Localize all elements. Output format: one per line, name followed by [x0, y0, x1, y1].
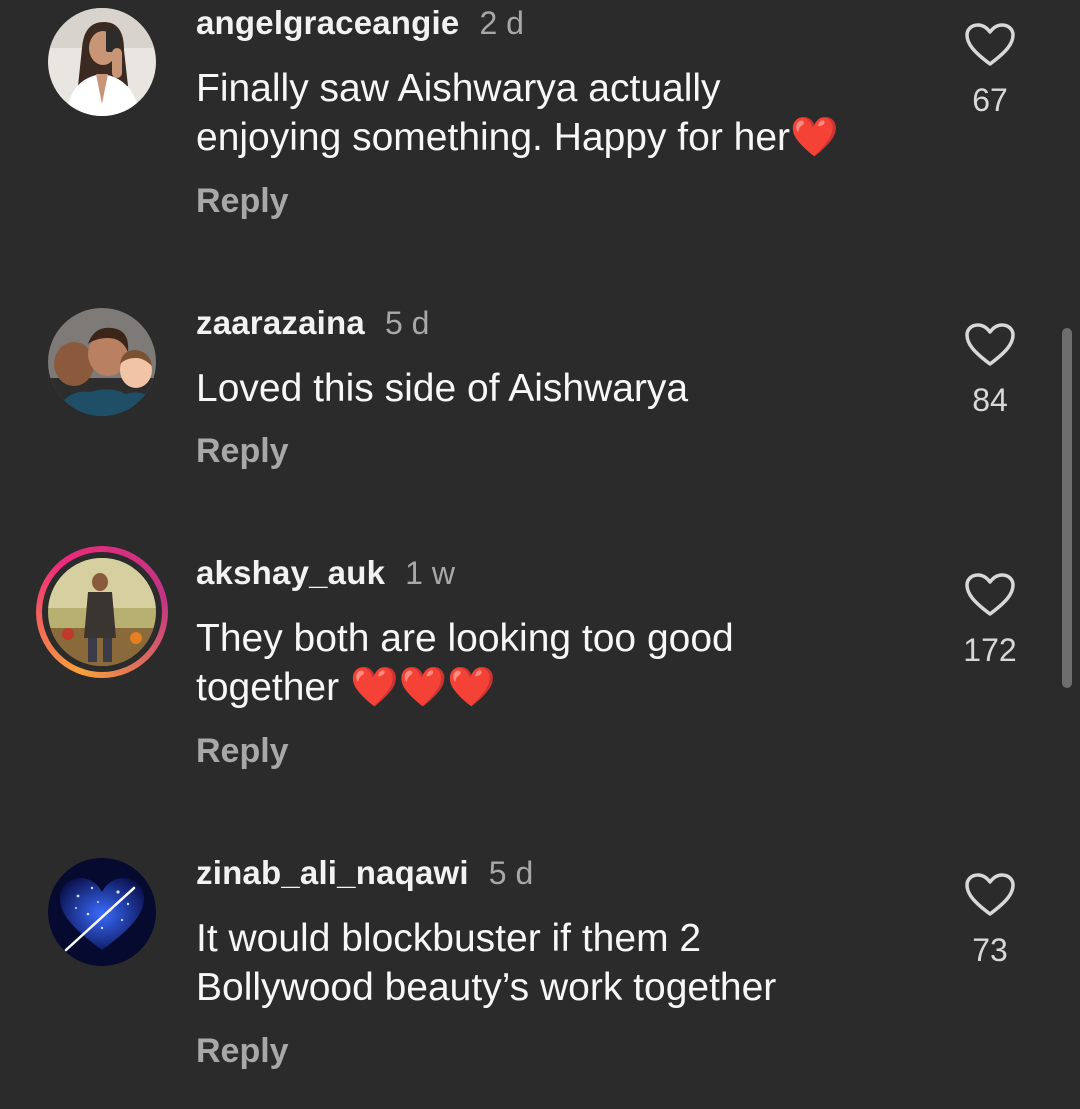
- user-avatar[interactable]: [48, 858, 156, 966]
- blue-glitter-heart-avatar-image: [48, 858, 156, 966]
- username[interactable]: angelgraceangie: [196, 4, 459, 42]
- comments-screen: angelgraceangie 2 d Finally saw Aishwary…: [0, 0, 1080, 1109]
- comment-header: angelgraceangie 2 d: [196, 4, 524, 44]
- comment-header: zaarazaina 5 d: [196, 304, 429, 344]
- scrollbar[interactable]: [1062, 328, 1072, 688]
- like-count: 84: [972, 382, 1008, 418]
- comment-text: They both are looking too good together …: [196, 617, 734, 709]
- comment-header: zinab_ali_naqawi 5 d: [196, 854, 533, 894]
- user-avatar[interactable]: [48, 308, 156, 416]
- like-count: 67: [972, 82, 1008, 118]
- timestamp: 1 w: [405, 555, 455, 591]
- username[interactable]: zaarazaina: [196, 304, 365, 342]
- comment-text: Loved this side of Aishwarya: [196, 367, 689, 410]
- username[interactable]: akshay_auk: [196, 554, 385, 592]
- like-count: 172: [963, 632, 1017, 668]
- heart-icon[interactable]: [964, 22, 1016, 68]
- man-standing-avatar-image: [48, 558, 156, 666]
- heart-icon[interactable]: [964, 872, 1016, 918]
- comment-text: It would blockbuster if them 2 Bollywood…: [196, 917, 777, 1009]
- reply-button[interactable]: Reply: [196, 1032, 289, 1071]
- like-count: 73: [972, 932, 1008, 968]
- heart-icon[interactable]: [964, 572, 1016, 618]
- timestamp: 2 d: [479, 5, 524, 41]
- kids-group-avatar-image: [48, 308, 156, 416]
- reply-button[interactable]: Reply: [196, 182, 289, 221]
- user-avatar[interactable]: [48, 8, 156, 116]
- timestamp: 5 d: [384, 305, 430, 341]
- reply-button[interactable]: Reply: [196, 432, 289, 471]
- username[interactable]: zinab_ali_naqawi: [196, 854, 469, 892]
- reply-button[interactable]: Reply: [196, 732, 289, 771]
- user-avatar-story-ring[interactable]: [36, 546, 168, 678]
- woman-selfie-avatar-image: [48, 8, 156, 116]
- timestamp: 5 d: [488, 855, 534, 891]
- comment-text: Finally saw Aishwarya actually enjoying …: [196, 67, 839, 159]
- comment-header: akshay_auk 1 w: [196, 554, 455, 594]
- heart-icon[interactable]: [964, 322, 1016, 368]
